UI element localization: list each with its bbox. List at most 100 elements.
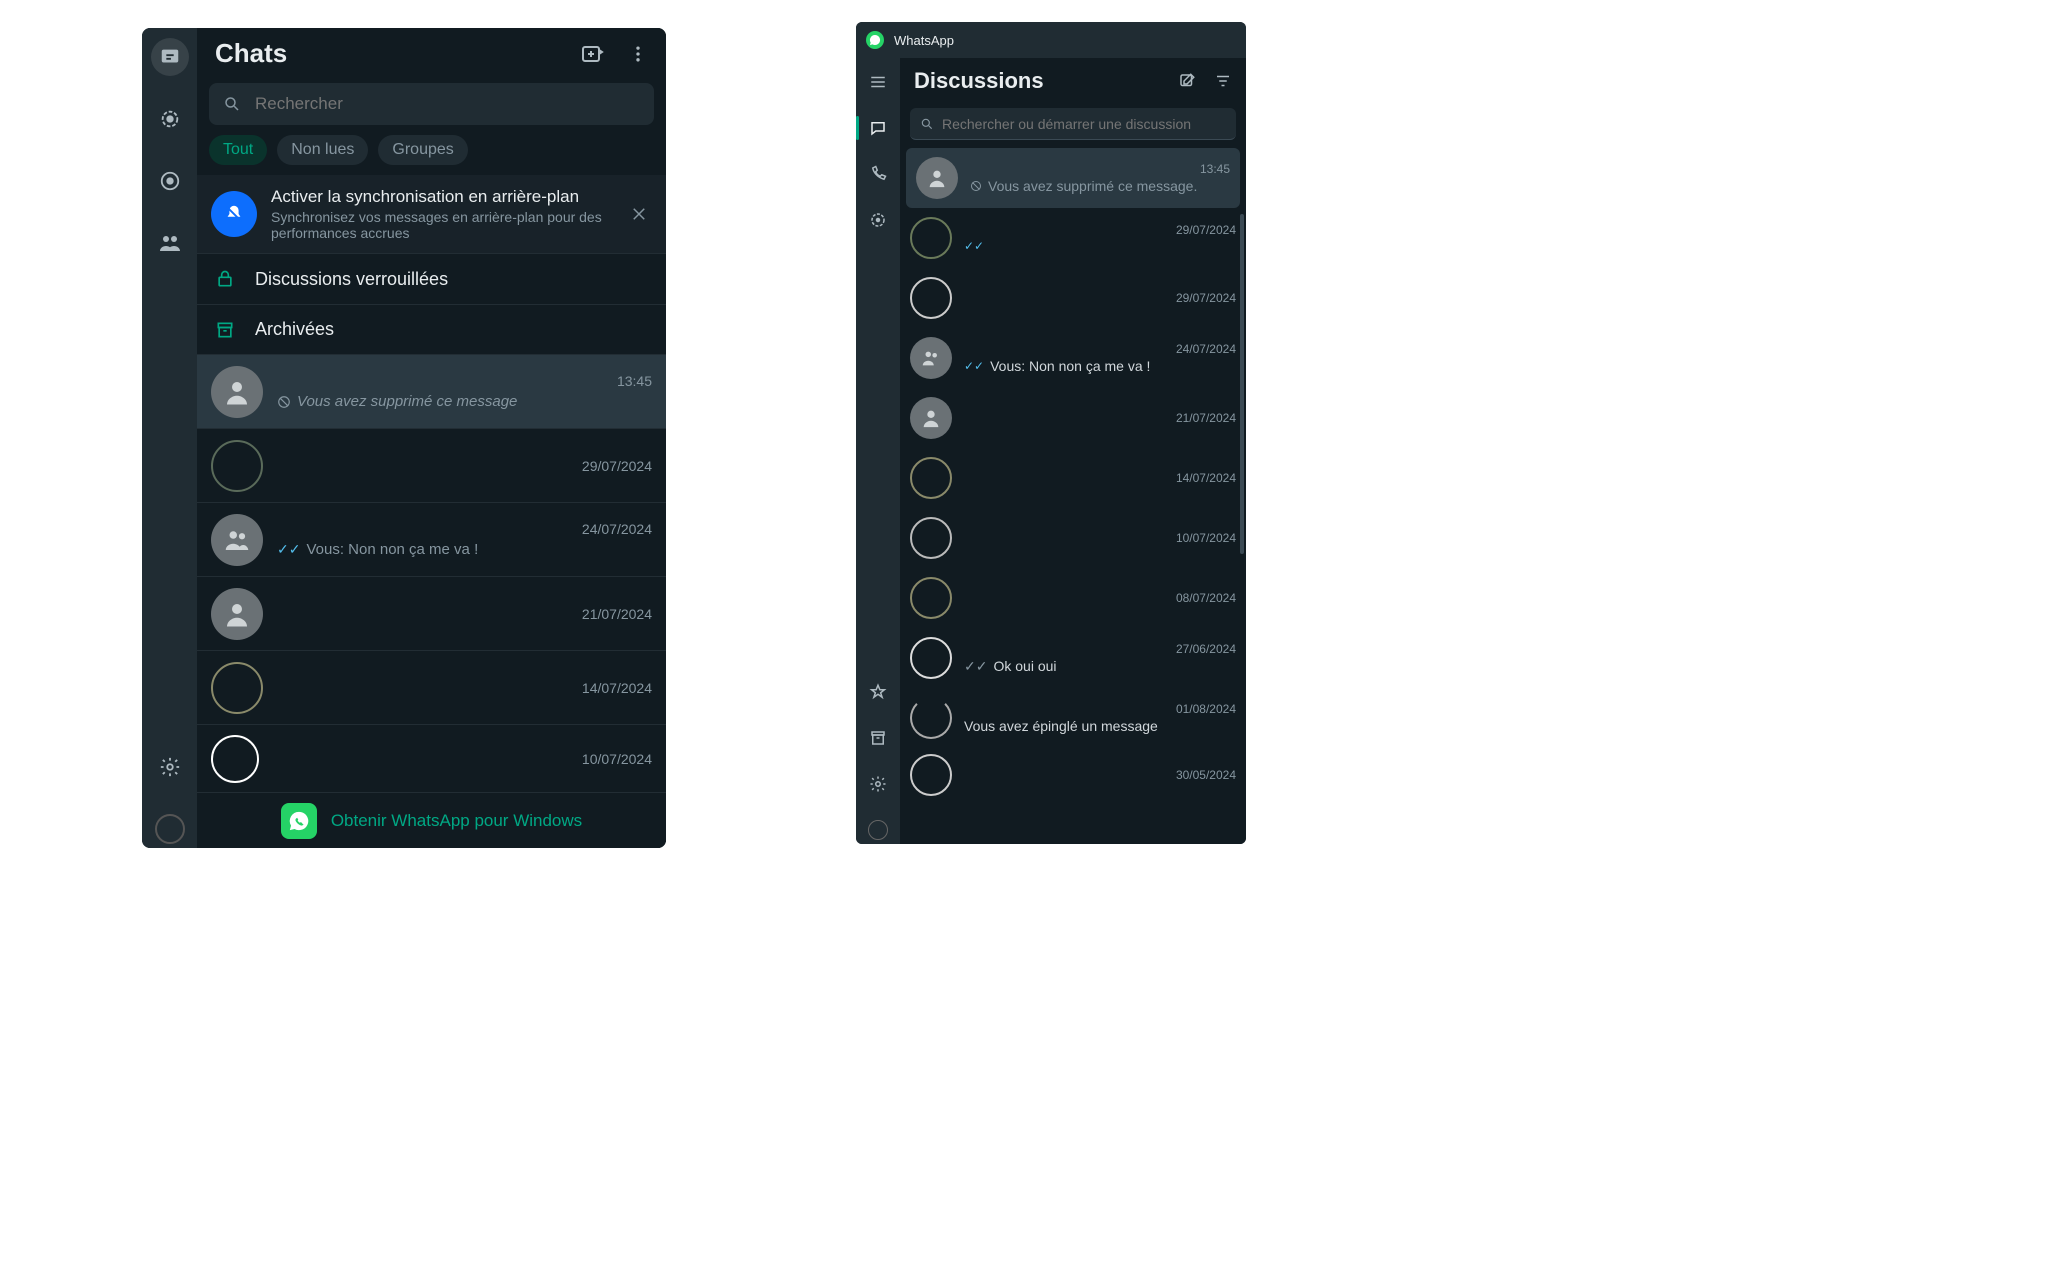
avatar xyxy=(211,662,263,714)
chat-preview: Vous: Non non ça me va ! xyxy=(306,541,478,558)
channels-icon[interactable] xyxy=(151,162,189,200)
search-bar[interactable] xyxy=(910,108,1236,140)
chat-row[interactable]: 24/07/2024 ✓✓Vous: Non non ça me va ! xyxy=(197,502,666,576)
avatar xyxy=(211,588,263,640)
chat-row[interactable]: 10/07/2024 xyxy=(900,508,1246,568)
chat-row[interactable]: 29/07/2024 xyxy=(197,428,666,502)
chat-row[interactable]: 30/05/2024 xyxy=(900,748,1246,802)
chat-time: 10/07/2024 xyxy=(582,751,652,767)
chat-preview: Vous avez épinglé un message xyxy=(964,718,1158,734)
communities-icon[interactable] xyxy=(151,224,189,262)
avatar xyxy=(910,517,952,559)
read-ticks-icon: ✓✓ xyxy=(277,541,300,558)
search-icon xyxy=(223,95,241,113)
chat-row[interactable]: 01/08/2024 Vous avez épinglé un message xyxy=(900,688,1246,748)
filter-groups[interactable]: Groupes xyxy=(378,135,467,165)
avatar xyxy=(910,577,952,619)
avatar xyxy=(910,697,952,739)
read-ticks-icon: ✓✓ xyxy=(964,239,984,253)
bell-slash-icon xyxy=(211,191,257,237)
archive-icon[interactable] xyxy=(864,724,892,752)
chat-row[interactable]: 10/07/2024 xyxy=(197,724,666,793)
chat-row[interactable]: 21/07/2024 xyxy=(900,388,1246,448)
profile-avatar-icon[interactable] xyxy=(151,810,189,848)
group-avatar xyxy=(211,514,263,566)
chat-row[interactable]: 14/07/2024 xyxy=(197,650,666,724)
chat-time: 14/07/2024 xyxy=(1176,471,1236,485)
avatar xyxy=(910,754,952,796)
search-icon xyxy=(920,117,934,131)
chat-row[interactable]: 14/07/2024 xyxy=(900,448,1246,508)
scrollbar[interactable] xyxy=(1240,214,1244,554)
chat-list-header: Discussions xyxy=(900,58,1246,104)
chat-list-header: Chats xyxy=(197,28,666,75)
status-icon[interactable] xyxy=(151,100,189,138)
chats-icon[interactable] xyxy=(151,38,189,76)
chats-icon[interactable] xyxy=(864,114,892,142)
whatsapp-desktop-window: WhatsApp xyxy=(856,22,1246,844)
hamburger-icon[interactable] xyxy=(864,68,892,96)
chat-list-pane: Discussions 13:45 Vous avez supprimé ce … xyxy=(900,58,1246,844)
page-title: Discussions xyxy=(914,68,1044,94)
status-icon[interactable] xyxy=(864,206,892,234)
avatar xyxy=(910,397,952,439)
new-chat-icon[interactable] xyxy=(580,42,604,66)
archived-label: Archivées xyxy=(255,319,334,340)
chat-time: 08/07/2024 xyxy=(1176,591,1236,605)
profile-avatar-icon[interactable] xyxy=(864,816,892,844)
chat-row[interactable]: 29/07/2024✓✓ xyxy=(900,208,1246,268)
window-title: WhatsApp xyxy=(894,33,954,48)
settings-icon[interactable] xyxy=(151,748,189,786)
chat-preview: Vous avez supprimé ce message xyxy=(297,393,517,410)
chat-time: 10/07/2024 xyxy=(1176,531,1236,545)
filter-unread[interactable]: Non lues xyxy=(277,135,368,165)
chat-time: 24/07/2024 xyxy=(1176,342,1236,356)
avatar xyxy=(910,637,952,679)
avatar xyxy=(211,366,263,418)
chat-row[interactable]: 08/07/2024 xyxy=(900,568,1246,628)
chat-time: 29/07/2024 xyxy=(1176,291,1236,305)
chat-list-pane: Chats Tout Non lues Groupes xyxy=(197,28,666,848)
filter-all[interactable]: Tout xyxy=(209,135,267,165)
avatar xyxy=(211,440,263,492)
chat-row[interactable]: 21/07/2024 xyxy=(197,576,666,650)
chat-time: 29/07/2024 xyxy=(582,458,652,474)
chat-row[interactable]: 27/06/2024✓✓Ok oui oui xyxy=(900,628,1246,688)
avatar xyxy=(910,217,952,259)
star-icon[interactable] xyxy=(864,678,892,706)
archived-chats-row[interactable]: Archivées xyxy=(197,304,666,354)
chat-time: 21/07/2024 xyxy=(582,606,652,622)
chat-row[interactable]: 13:45 Vous avez supprimé ce message. xyxy=(906,148,1240,208)
chat-time: 13:45 xyxy=(617,373,652,389)
avatar xyxy=(916,157,958,199)
filter-icon[interactable] xyxy=(1214,72,1232,90)
search-input[interactable] xyxy=(942,116,1226,132)
group-avatar xyxy=(910,337,952,379)
search-bar[interactable] xyxy=(209,83,654,125)
chat-time: 27/06/2024 xyxy=(1176,642,1236,656)
chat-preview: Ok oui oui xyxy=(993,658,1056,674)
chat-time: 01/08/2024 xyxy=(1176,702,1236,716)
search-input[interactable] xyxy=(255,94,640,114)
banner-close-icon[interactable] xyxy=(626,201,652,227)
chat-time: 14/07/2024 xyxy=(582,680,652,696)
chat-list[interactable]: 13:45 Vous avez supprimé ce message. 29/… xyxy=(900,148,1246,844)
footer-text: Obtenir WhatsApp pour Windows xyxy=(331,811,582,831)
chat-row[interactable]: 13:45 Vous avez supprimé ce message xyxy=(197,354,666,428)
get-windows-banner[interactable]: Obtenir WhatsApp pour Windows xyxy=(197,792,666,848)
menu-icon[interactable] xyxy=(628,44,648,64)
new-chat-icon[interactable] xyxy=(1178,72,1196,90)
sync-banner[interactable]: Activer la synchronisation en arrière-pl… xyxy=(197,175,666,253)
chat-list[interactable]: 13:45 Vous avez supprimé ce message 29/0… xyxy=(197,354,666,848)
banner-title: Activer la synchronisation en arrière-pl… xyxy=(271,187,612,207)
chat-preview: Vous: Non non ça me va ! xyxy=(990,358,1150,374)
chat-time: 30/05/2024 xyxy=(1176,768,1236,782)
whatsapp-logo-icon xyxy=(866,31,884,49)
settings-icon[interactable] xyxy=(864,770,892,798)
filter-chips: Tout Non lues Groupes xyxy=(197,135,666,175)
locked-chats-row[interactable]: Discussions verrouillées xyxy=(197,253,666,304)
calls-icon[interactable] xyxy=(864,160,892,188)
chat-row[interactable]: 29/07/2024 xyxy=(900,268,1246,328)
chat-row[interactable]: 24/07/2024✓✓Vous: Non non ça me va ! xyxy=(900,328,1246,388)
locked-label: Discussions verrouillées xyxy=(255,269,448,290)
